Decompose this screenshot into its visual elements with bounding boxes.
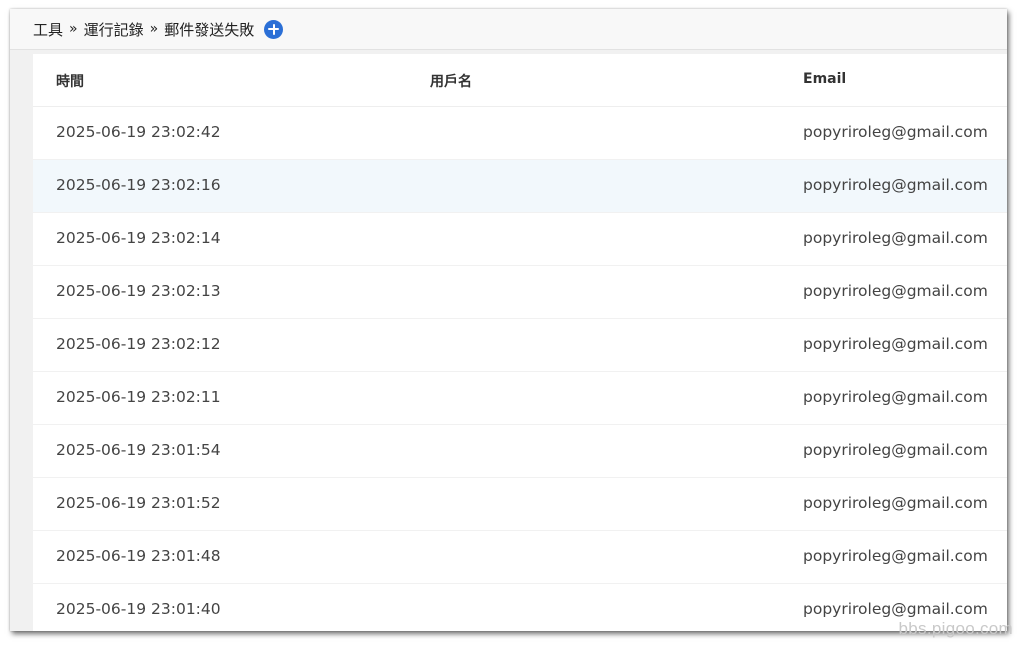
plus-circle-icon[interactable] — [264, 19, 284, 39]
breadcrumb-item-run-logs[interactable]: 運行記錄 — [84, 19, 144, 40]
table-row[interactable]: 2025-06-19 23:01:48 popyriroleg@gmail.co… — [33, 531, 1007, 584]
table-row[interactable]: 2025-06-19 23:01:54 popyriroleg@gmail.co… — [33, 425, 1007, 478]
cell-email: popyriroleg@gmail.com — [803, 547, 988, 565]
app-frame: 工具 » 運行記錄 » 郵件發送失敗 時間 用戶名 Email 2025-06-… — [10, 9, 1007, 631]
cell-time: 2025-06-19 23:02:16 — [56, 176, 221, 194]
breadcrumb-separator: » — [149, 21, 159, 37]
breadcrumb-item-mail-failed: 郵件發送失敗 — [164, 20, 255, 39]
table-row[interactable]: 2025-06-19 23:02:14 popyriroleg@gmail.co… — [33, 213, 1007, 266]
table-row[interactable]: 2025-06-19 23:02:42 popyriroleg@gmail.co… — [33, 107, 1007, 160]
column-header-username[interactable]: 用戶名 — [430, 71, 472, 91]
header-bar: 工具 » 運行記錄 » 郵件發送失敗 — [10, 9, 1007, 50]
table-row[interactable]: 2025-06-19 23:01:52 popyriroleg@gmail.co… — [33, 478, 1007, 531]
cell-email: popyriroleg@gmail.com — [803, 494, 988, 512]
cell-time: 2025-06-19 23:02:11 — [56, 388, 221, 406]
cell-email: popyriroleg@gmail.com — [803, 123, 988, 141]
cell-time: 2025-06-19 23:02:12 — [56, 335, 221, 353]
breadcrumb: 工具 » 運行記錄 » 郵件發送失敗 — [33, 19, 284, 40]
cell-email: popyriroleg@gmail.com — [803, 388, 988, 406]
cell-email: popyriroleg@gmail.com — [803, 176, 988, 194]
cell-time: 2025-06-19 23:01:52 — [56, 494, 221, 512]
table-row[interactable]: 2025-06-19 23:02:12 popyriroleg@gmail.co… — [33, 319, 1007, 372]
table-row[interactable]: 2025-06-19 23:02:11 popyriroleg@gmail.co… — [33, 372, 1007, 425]
table-row[interactable]: 2025-06-19 23:02:16 popyriroleg@gmail.co… — [33, 160, 1007, 213]
cell-email: popyriroleg@gmail.com — [803, 229, 988, 247]
cell-time: 2025-06-19 23:01:48 — [56, 547, 221, 565]
cell-time: 2025-06-19 23:01:54 — [56, 441, 221, 459]
column-header-email[interactable]: Email — [803, 71, 846, 87]
watermark: bbs.pigoo.com — [898, 619, 1013, 638]
table-row[interactable]: 2025-06-19 23:02:13 popyriroleg@gmail.co… — [33, 266, 1007, 319]
breadcrumb-separator: » — [69, 21, 78, 37]
cell-email: popyriroleg@gmail.com — [803, 335, 988, 353]
log-table: 時間 用戶名 Email 2025-06-19 23:02:42 popyrir… — [33, 54, 1007, 631]
table-header: 時間 用戶名 Email — [33, 54, 1007, 107]
cell-email: popyriroleg@gmail.com — [803, 441, 988, 459]
table-row[interactable]: 2025-06-19 23:01:40 popyriroleg@gmail.co… — [33, 584, 1007, 631]
cell-email: popyriroleg@gmail.com — [803, 600, 988, 618]
cell-email: popyriroleg@gmail.com — [803, 282, 988, 300]
column-header-time[interactable]: 時間 — [56, 71, 84, 91]
cell-time: 2025-06-19 23:02:42 — [56, 123, 221, 141]
cell-time: 2025-06-19 23:02:13 — [56, 282, 221, 300]
breadcrumb-item-tools[interactable]: 工具 — [33, 19, 63, 40]
cell-time: 2025-06-19 23:02:14 — [56, 229, 221, 247]
cell-time: 2025-06-19 23:01:40 — [56, 600, 221, 618]
